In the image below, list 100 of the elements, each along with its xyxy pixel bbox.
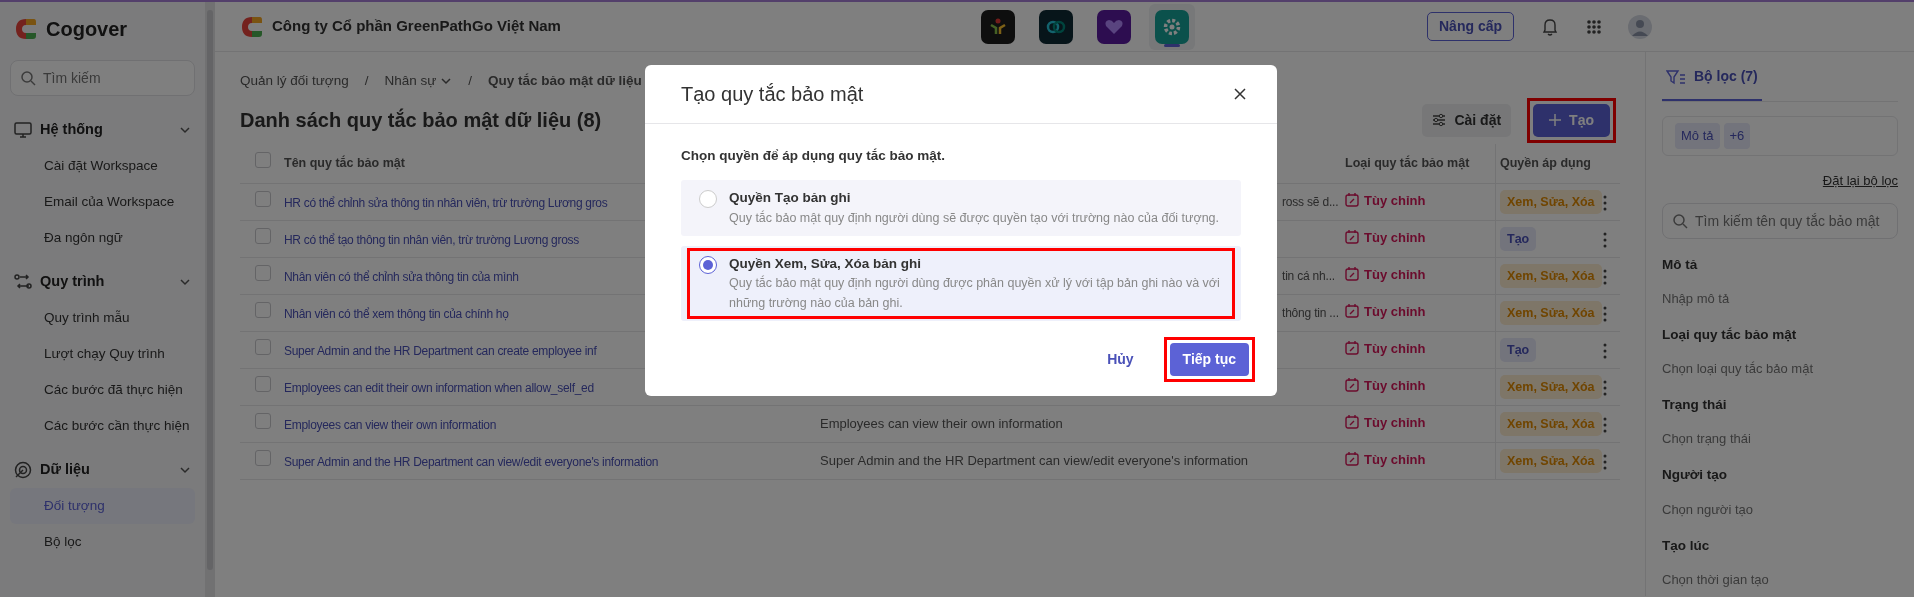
checkbox[interactable] (255, 413, 271, 429)
rule-name-link[interactable]: HR có thể chỉnh sửa thông tin nhân viên, trừ trường Lương gros (284, 195, 608, 210)
company-logo-icon (240, 14, 264, 39)
permission-tag: Xem, Sửa, Xóa (1500, 411, 1602, 437)
checkbox[interactable] (255, 376, 271, 392)
calendar-edit-icon (1345, 304, 1359, 319)
search-field[interactable]: Tìm kiếm tên quy tắc bảo mật (1662, 202, 1898, 239)
logo-icon (14, 17, 38, 41)
rule-name-link[interactable]: Nhân viên có thể chỉnh sửa thông tin của mình (284, 269, 519, 284)
filter-label: Trạng thái (1662, 396, 1728, 414)
rule-type-label: Tùy chỉnh (1345, 264, 1426, 285)
filter-chips-field[interactable]: Mô tả +6 (1662, 116, 1898, 156)
checkbox[interactable] (255, 228, 271, 244)
rule-name-link[interactable]: Super Admin and the HR Department can view/edit everyone's information (284, 454, 659, 469)
scrollbar[interactable] (205, 2, 215, 597)
rule-type-label: Tùy chỉnh (1345, 301, 1426, 322)
settings-button[interactable]: Cài đặt (1422, 103, 1512, 137)
calendar-edit-icon (1345, 341, 1359, 356)
breadcrumb-separator: / (364, 71, 369, 90)
sidebar-item[interactable]: Lượt chạy Quy trình (10, 336, 195, 372)
cancel-button[interactable]: Hủy (1101, 347, 1140, 371)
more-vertical-icon[interactable] (1603, 268, 1607, 285)
checkbox[interactable] (255, 152, 271, 169)
rule-name-link[interactable]: Super Admin and the HR Department can create employee inf (284, 343, 597, 358)
checkbox[interactable] (255, 191, 271, 207)
chevron-down-icon (440, 75, 453, 87)
permission-tag: Xem, Sửa, Xóa (1500, 189, 1602, 215)
rule-type-label: Tùy chỉnh (1345, 412, 1426, 433)
section-header[interactable]: Quy trình (10, 264, 195, 300)
sidebar-item[interactable]: Các bước cần thực hiện (10, 408, 195, 444)
permission-tag: Xem, Sửa, Xóa (1500, 448, 1602, 474)
column-header: Quyền áp dụng (1500, 155, 1591, 173)
close-icon (1234, 88, 1246, 100)
permission-tag: Xem, Sửa, Xóa (1500, 263, 1602, 289)
dialog-title: Tạo quy tắc bảo mật (681, 82, 864, 106)
filter-tab[interactable]: Bộ lọc (7) (1662, 52, 1762, 101)
avatar-icon[interactable] (1628, 14, 1652, 39)
bell-icon[interactable] (1540, 16, 1560, 37)
permission-tag: Xem, Sửa, Xóa (1500, 300, 1602, 326)
apps-grid-icon[interactable] (1586, 18, 1602, 35)
checkbox[interactable] (255, 265, 271, 281)
table-cell: tin cá nh... (1282, 269, 1335, 283)
breadcrumb-separator: / (468, 71, 473, 90)
permission-tag: Tạo (1500, 337, 1537, 363)
sidebar-item[interactable]: Đối tượng (10, 488, 195, 524)
more-vertical-icon[interactable] (1603, 231, 1607, 248)
create-button[interactable]: Tạo (1533, 103, 1610, 137)
more-vertical-icon[interactable] (1603, 379, 1607, 396)
sidebar-item[interactable]: Bộ lọc (10, 524, 195, 560)
filter-input-field[interactable]: Chọn loại quy tắc bảo mật (1662, 359, 1898, 379)
reset-filter-link[interactable]: Đặt lại bộ lọc (1822, 172, 1898, 188)
more-vertical-icon[interactable] (1603, 416, 1607, 433)
calendar-edit-icon (1345, 452, 1359, 467)
radio-button[interactable] (699, 255, 717, 274)
filter-input-field[interactable]: Chọn trạng thái (1662, 429, 1898, 449)
calendar-edit-icon (1345, 230, 1359, 245)
filter-input-field[interactable]: Chọn người tạo (1662, 499, 1898, 519)
sidebar-item[interactable]: Email của Workspace (10, 184, 195, 220)
rule-name-link[interactable]: Nhân viên có thể xem thông tin của chính họ (284, 306, 509, 321)
rule-name-link[interactable]: HR có thể tạo thông tin nhân viên, trừ trường Lương gross (284, 232, 579, 247)
sidebar-item[interactable]: Quy trình mẫu (10, 300, 195, 336)
rule-name-link[interactable]: Employees can view their own information (284, 417, 497, 432)
search-icon (1672, 212, 1688, 229)
more-vertical-icon[interactable] (1603, 194, 1607, 211)
breadcrumb-link[interactable]: Quản lý đối tượng (240, 70, 349, 92)
filter-chip[interactable]: Mô tả (1675, 123, 1720, 149)
radar-icon (14, 461, 32, 479)
permission-tag: Tạo (1500, 226, 1537, 252)
column-header: Loại quy tắc bảo mật (1345, 156, 1470, 171)
rule-name-link[interactable]: Employees can edit their own information when allow_self_ed (284, 380, 594, 395)
more-vertical-icon[interactable] (1603, 305, 1607, 322)
search-field[interactable]: Tìm kiếm (10, 60, 195, 96)
sidebar-item[interactable]: Cài đặt Workspace (10, 148, 195, 184)
workflow-icon (14, 273, 32, 291)
filter-input-field[interactable]: Chọn thời gian tạo (1662, 569, 1898, 590)
more-vertical-icon[interactable] (1603, 342, 1607, 359)
checkbox[interactable] (255, 450, 271, 466)
sliders-icon (1432, 113, 1447, 127)
gear-icon (1162, 16, 1182, 37)
filter-chip[interactable]: +6 (1723, 123, 1751, 149)
checkbox[interactable] (255, 302, 271, 318)
continue-button[interactable]: Tiếp tục (1169, 342, 1249, 376)
rule-type-label: Tùy chỉnh (1345, 338, 1426, 359)
more-vertical-icon[interactable] (1603, 453, 1607, 470)
section-header[interactable]: Hệ thống (10, 112, 195, 148)
filter-input-field[interactable]: Nhập mô tả (1662, 288, 1898, 309)
option-title: Quyền Xem, Sửa, Xóa bản ghi (729, 254, 923, 273)
sidebar-item[interactable]: Các bước đã thực hiện (10, 372, 195, 408)
section-header[interactable]: Dữ liệu (10, 452, 195, 488)
app-switcher-button[interactable] (1149, 3, 1195, 50)
filter-icon (1666, 68, 1686, 85)
permission-option[interactable]: Quyền Xem, Sửa, Xóa bản ghi Quy tắc bảo mật quy định người dùng được phân quyền xử lý với tập bản ghi nào và với những trường nào của bản ghi. (681, 245, 1241, 321)
sidebar-item[interactable]: Đa ngôn ngữ (10, 220, 195, 256)
breadcrumb-link[interactable]: Nhân sự (384, 70, 453, 92)
table-cell: thông tin ... (1282, 306, 1339, 320)
filter-label: Tạo lúc (1662, 536, 1711, 555)
permission-option[interactable]: Quyền Tạo bản ghi Quy tắc bảo mật quy định người dùng sẽ được quyền tạo với trường nào của đối tượng. (681, 180, 1241, 236)
upgrade-button[interactable]: Nâng cấp (1427, 12, 1514, 41)
checkbox[interactable] (255, 339, 271, 355)
table-cell: Employees can view their own information (820, 416, 1063, 432)
